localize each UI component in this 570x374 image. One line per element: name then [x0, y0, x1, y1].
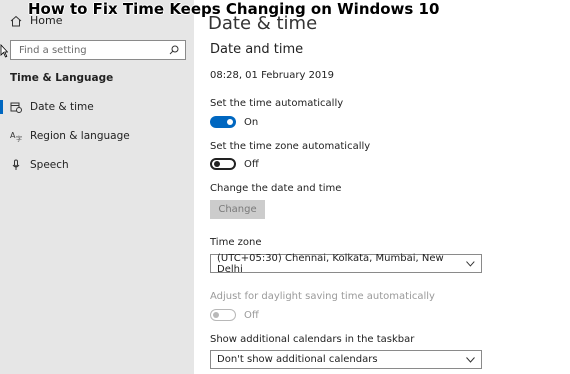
- time-zone-label: Time zone: [210, 237, 262, 248]
- mouse-cursor-icon: [0, 44, 8, 58]
- daylight-saving-toggle: Off: [210, 309, 259, 321]
- toggle-state-label: Off: [244, 158, 259, 170]
- change-date-time-label: Change the date and time: [210, 183, 342, 194]
- search-icon[interactable]: [169, 45, 179, 55]
- toggle-switch-off[interactable]: [210, 158, 236, 170]
- chevron-down-icon: [466, 356, 475, 363]
- set-timezone-auto-toggle[interactable]: Off: [210, 158, 259, 170]
- chevron-down-icon: [466, 260, 475, 267]
- sidebar-item-date-time[interactable]: Date & time: [0, 95, 194, 119]
- toggle-switch-on[interactable]: [210, 116, 236, 128]
- sidebar-item-label: Date & time: [30, 101, 94, 113]
- sidebar-item-region-language[interactable]: A 字 Region & language: [0, 124, 194, 148]
- current-datetime: 08:28, 01 February 2019: [210, 70, 335, 81]
- calendar-clock-icon: [10, 102, 22, 113]
- additional-calendars-label: Show additional calendars in the taskbar: [210, 334, 415, 345]
- set-timezone-auto-label: Set the time zone automatically: [210, 141, 371, 152]
- main-content: Date & time Date and time 08:28, 01 Febr…: [194, 0, 570, 374]
- search-input[interactable]: [17, 43, 161, 57]
- search-box: [10, 40, 186, 60]
- set-time-auto-toggle[interactable]: On: [210, 116, 258, 128]
- language-icon: A 字: [10, 131, 22, 142]
- change-button[interactable]: Change: [210, 200, 265, 219]
- toggle-state-label: On: [244, 116, 259, 128]
- additional-calendars-dropdown[interactable]: Don't show additional calendars: [210, 350, 482, 369]
- sidebar-item-label: Speech: [30, 159, 69, 171]
- home-icon: [10, 15, 22, 26]
- toggle-state-label: Off: [244, 309, 259, 321]
- section-title: Time & Language: [10, 72, 114, 84]
- active-indicator: [0, 100, 3, 114]
- article-title-overlay: How to Fix Time Keeps Changing on Window…: [28, 0, 440, 18]
- sidebar-item-speech[interactable]: Speech: [0, 153, 194, 177]
- toggle-switch-disabled: [210, 309, 236, 321]
- sidebar-item-label: Region & language: [30, 130, 130, 142]
- svg-text:字: 字: [16, 135, 22, 142]
- daylight-saving-label: Adjust for daylight saving time automati…: [210, 291, 435, 302]
- sidebar: Home Time & Language Date & time A 字 Reg…: [0, 0, 194, 374]
- section-subtitle: Date and time: [210, 42, 304, 57]
- time-zone-dropdown[interactable]: (UTC+05:30) Chennai, Kolkata, Mumbai, Ne…: [210, 252, 482, 275]
- additional-calendars-value: Don't show additional calendars: [217, 354, 378, 365]
- set-time-auto-label: Set the time automatically: [210, 98, 344, 109]
- microphone-icon: [12, 159, 20, 170]
- time-zone-value: (UTC+05:30) Chennai, Kolkata, Mumbai, Ne…: [217, 252, 444, 275]
